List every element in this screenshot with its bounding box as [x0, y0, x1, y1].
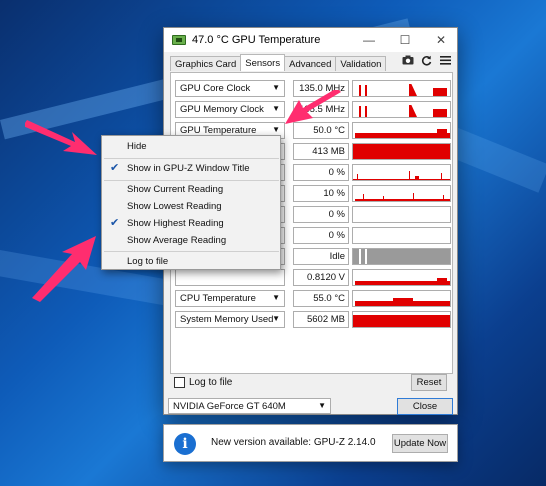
tab-strip: Graphics Card Sensors Advanced Validatio… — [170, 54, 387, 72]
sensor-graph — [352, 185, 451, 202]
menu-item-show-lowest[interactable]: Show Lowest Reading — [102, 198, 280, 215]
menu-item-label: Show Highest Reading — [127, 218, 224, 229]
menu-separator — [104, 158, 279, 159]
sensor-graph — [352, 101, 451, 118]
log-to-file-option[interactable]: Log to file — [174, 377, 232, 388]
chevron-down-icon: ▼ — [272, 314, 280, 323]
sensor-row: System Memory Used ▼ 5602 MB — [175, 311, 451, 328]
sensor-value: Idle — [293, 248, 349, 265]
chevron-down-icon: ▼ — [272, 125, 280, 134]
context-menu: Hide ✔ Show in GPU-Z Window Title Show Cu… — [101, 135, 281, 270]
gpu-selector-value: NVIDIA GeForce GT 640M — [173, 401, 286, 412]
sensor-selector[interactable]: GPU Memory Clock ▼ — [175, 101, 285, 118]
sensor-selector[interactable] — [175, 269, 285, 286]
tab-advanced[interactable]: Advanced — [284, 56, 337, 71]
hamburger-menu-icon[interactable] — [440, 55, 451, 68]
annotation-arrow-icon — [25, 120, 97, 155]
chevron-down-icon: ▼ — [318, 401, 326, 410]
sensor-label: GPU Memory Clock — [180, 104, 264, 115]
gpu-selector[interactable]: NVIDIA GeForce GT 640M ▼ — [168, 398, 331, 414]
sensor-value: 5602 MB — [293, 311, 349, 328]
chevron-down-icon: ▼ — [272, 104, 280, 113]
sensor-graph — [352, 269, 451, 286]
menu-item-label: Log to file — [127, 256, 169, 267]
sensor-graph — [352, 143, 451, 160]
menu-item-log-to-file[interactable]: Log to file — [102, 253, 280, 270]
sensor-graph — [352, 227, 451, 244]
menu-item-label: Show in GPU-Z Window Title — [127, 163, 250, 174]
sensor-value: 0 % — [293, 206, 349, 223]
sensor-graph — [352, 248, 451, 265]
menu-item-label: Show Lowest Reading — [127, 201, 222, 212]
reset-button[interactable]: Reset — [411, 374, 447, 391]
chevron-down-icon: ▼ — [272, 293, 280, 302]
sensor-value: 0.8120 V — [293, 269, 349, 286]
tab-graphics-card[interactable]: Graphics Card — [170, 56, 242, 71]
sensor-graph — [352, 80, 451, 97]
log-to-file-label: Log to file — [189, 377, 233, 388]
annotation-arrow-icon — [32, 236, 96, 302]
refresh-icon[interactable] — [421, 55, 432, 69]
maximize-button[interactable]: ☐ — [387, 28, 423, 52]
update-now-button[interactable]: Update Now — [392, 434, 448, 453]
sensor-selector[interactable]: GPU Core Clock ▼ — [175, 80, 285, 97]
menu-item-show-highest[interactable]: ✔ Show Highest Reading — [102, 215, 280, 232]
sensor-value: 0 % — [293, 164, 349, 181]
menu-item-label: Show Current Reading — [127, 184, 224, 195]
sensor-row: CPU Temperature ▼ 55.0 °C — [175, 290, 451, 307]
sensor-graph — [352, 290, 451, 307]
sensor-label: GPU Core Clock — [180, 83, 251, 94]
sensor-graph — [352, 164, 451, 181]
menu-item-hide[interactable]: Hide — [102, 138, 280, 155]
annotation-arrow-icon — [285, 90, 341, 124]
chevron-down-icon: ▼ — [272, 83, 280, 92]
log-to-file-checkbox[interactable] — [174, 377, 185, 388]
info-icon: i — [174, 433, 196, 455]
sensor-selector[interactable]: CPU Temperature ▼ — [175, 290, 285, 307]
menu-separator — [104, 251, 279, 252]
sensor-graph — [352, 206, 451, 223]
sensor-label: CPU Temperature — [180, 293, 256, 304]
sensor-row: 0.8120 V — [175, 269, 451, 286]
window-title: 47.0 °C GPU Temperature — [192, 34, 321, 46]
close-window-button[interactable]: ✕ — [423, 28, 459, 52]
minimize-button[interactable]: — — [351, 28, 387, 52]
sensor-graph — [352, 311, 451, 328]
sensor-value: 0 % — [293, 227, 349, 244]
sensor-value: 55.0 °C — [293, 290, 349, 307]
camera-icon[interactable] — [402, 55, 414, 68]
update-notice: i New version available: GPU-Z 2.14.0 Up… — [163, 424, 458, 462]
menu-item-label: Show Average Reading — [127, 235, 227, 246]
menu-item-show-in-title[interactable]: ✔ Show in GPU-Z Window Title — [102, 160, 280, 177]
sensor-label: System Memory Used — [180, 314, 274, 325]
close-button[interactable]: Close — [397, 398, 453, 415]
checkmark-icon: ✔ — [110, 162, 120, 174]
title-bar[interactable]: 47.0 °C GPU Temperature — ☐ ✕ — [164, 28, 457, 52]
menu-item-show-current[interactable]: Show Current Reading — [102, 181, 280, 198]
sensor-value: 413 MB — [293, 143, 349, 160]
checkmark-icon: ✔ — [110, 217, 120, 229]
tab-sensors[interactable]: Sensors — [240, 54, 286, 71]
update-message: New version available: GPU-Z 2.14.0 — [211, 437, 376, 448]
sensor-graph — [352, 122, 451, 139]
menu-item-label: Hide — [127, 141, 147, 152]
sensor-value: 10 % — [293, 185, 349, 202]
gpu-app-icon — [172, 35, 186, 45]
menu-item-show-average[interactable]: Show Average Reading — [102, 232, 280, 249]
tab-validation[interactable]: Validation — [335, 56, 387, 71]
sensor-selector[interactable]: System Memory Used ▼ — [175, 311, 285, 328]
